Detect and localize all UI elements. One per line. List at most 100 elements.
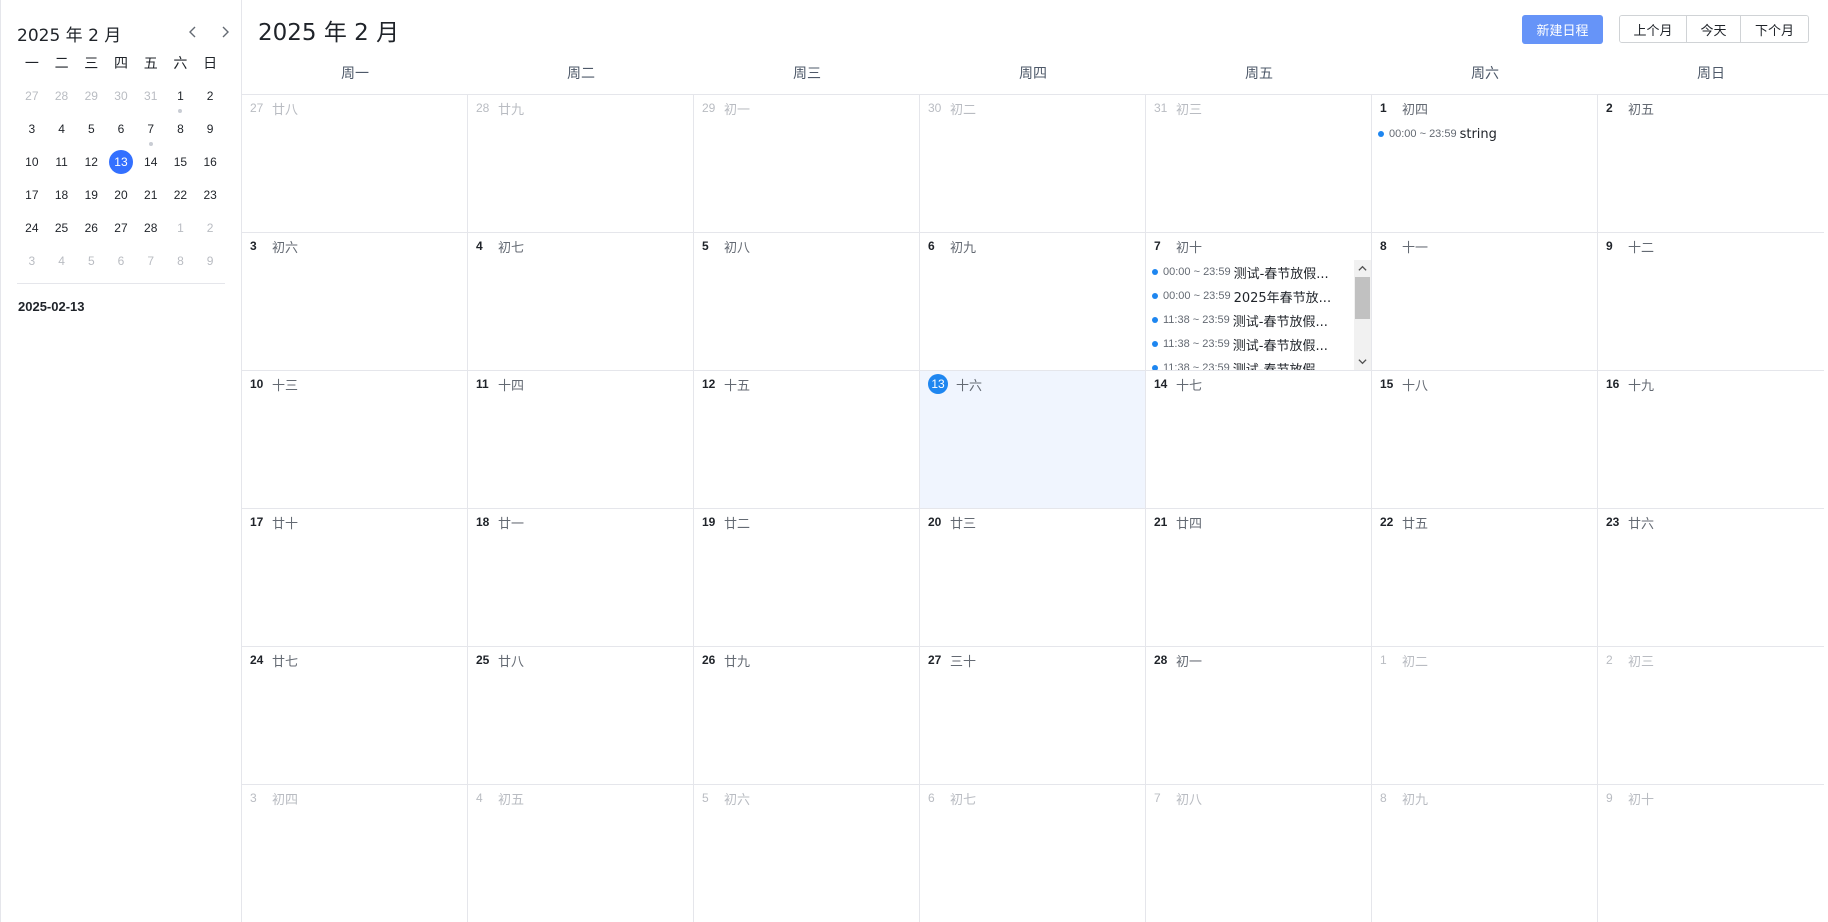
day-cell[interactable]: 5 初六: [694, 785, 920, 922]
day-cell[interactable]: 4 初五: [468, 785, 694, 922]
day-cell[interactable]: 21 廿四: [1146, 509, 1372, 647]
mini-day-today[interactable]: 13: [106, 146, 136, 179]
event-item[interactable]: 11:38 ~ 23:59 测试-春节放假...: [1150, 308, 1342, 332]
day-cell[interactable]: 9 十二: [1598, 233, 1824, 371]
day-cell[interactable]: 20 廿三: [920, 509, 1146, 647]
mini-day[interactable]: 1: [166, 212, 196, 245]
day-cell[interactable]: 23 廿六: [1598, 509, 1824, 647]
day-cell[interactable]: 30 初二: [920, 95, 1146, 233]
event-item[interactable]: 11:38 ~ 23:59 测试-春节放假...: [1150, 332, 1342, 356]
day-cell[interactable]: 2 初五: [1598, 95, 1824, 233]
day-cell[interactable]: 6 初七: [920, 785, 1146, 922]
mini-day[interactable]: 6: [106, 113, 136, 146]
day-cell[interactable]: 22 廿五: [1372, 509, 1598, 647]
event-item[interactable]: 00:00 ~ 23:59 测试-春节放假...: [1150, 260, 1342, 284]
mini-day[interactable]: 27: [106, 212, 136, 245]
mini-day[interactable]: 3: [17, 245, 47, 278]
day-cell[interactable]: 6 初九: [920, 233, 1146, 371]
mini-day[interactable]: 14: [136, 146, 166, 179]
day-cell-today[interactable]: 13 十六: [920, 371, 1146, 509]
mini-day[interactable]: 23: [195, 179, 225, 212]
mini-day[interactable]: 8: [166, 113, 196, 146]
day-cell[interactable]: 11 十四: [468, 371, 694, 509]
mini-day[interactable]: 28: [136, 212, 166, 245]
day-cell[interactable]: 16 十九: [1598, 371, 1824, 509]
day-cell[interactable]: 5 初八: [694, 233, 920, 371]
day-cell[interactable]: 28 初一: [1146, 647, 1372, 785]
mini-day[interactable]: 28: [47, 80, 77, 113]
mini-day[interactable]: 29: [76, 80, 106, 113]
day-cell[interactable]: 24 廿七: [242, 647, 468, 785]
mini-prev-month-button[interactable]: [181, 20, 205, 44]
mini-day[interactable]: 6: [106, 245, 136, 278]
mini-day[interactable]: 15: [166, 146, 196, 179]
day-cell[interactable]: 31 初三: [1146, 95, 1372, 233]
event-item[interactable]: 11:38 ~ 23:59 测试-春节放假...: [1150, 356, 1342, 370]
mini-day[interactable]: 7: [136, 245, 166, 278]
mini-day[interactable]: 24: [17, 212, 47, 245]
mini-day[interactable]: 21: [136, 179, 166, 212]
mini-day[interactable]: 17: [17, 179, 47, 212]
event-item[interactable]: 00:00 ~ 23:59 string: [1376, 122, 1597, 146]
mini-day[interactable]: 4: [47, 113, 77, 146]
scroll-down-button[interactable]: [1354, 353, 1371, 370]
day-cell[interactable]: 15 十八: [1372, 371, 1598, 509]
day-cell[interactable]: 1 初四 00:00 ~ 23:59 string: [1372, 95, 1598, 233]
mini-day[interactable]: 5: [76, 113, 106, 146]
next-month-button[interactable]: 下个月: [1741, 16, 1808, 42]
day-cell[interactable]: 2 初三: [1598, 647, 1824, 785]
day-cell[interactable]: 12 十五: [694, 371, 920, 509]
mini-day[interactable]: 4: [47, 245, 77, 278]
day-cell[interactable]: 7 初十 00:00 ~ 23:59 测试-春节放假... 00:00 ~ 23:59 2…: [1146, 233, 1372, 371]
day-cell[interactable]: 8 十一: [1372, 233, 1598, 371]
day-cell[interactable]: 19 廿二: [694, 509, 920, 647]
day-cell[interactable]: 8 初九: [1372, 785, 1598, 922]
mini-day[interactable]: 18: [47, 179, 77, 212]
prev-month-button[interactable]: 上个月: [1620, 16, 1687, 42]
mini-day[interactable]: 7: [136, 113, 166, 146]
day-cell[interactable]: 9 初十: [1598, 785, 1824, 922]
mini-day[interactable]: 9: [195, 113, 225, 146]
day-cell[interactable]: 18 廿一: [468, 509, 694, 647]
mini-day[interactable]: 26: [76, 212, 106, 245]
day-cell[interactable]: 25 廿八: [468, 647, 694, 785]
event-list-scrollbar[interactable]: [1354, 260, 1371, 370]
day-cell[interactable]: 26 廿九: [694, 647, 920, 785]
mini-day[interactable]: 27: [17, 80, 47, 113]
day-cell[interactable]: 27 廿八: [242, 95, 468, 233]
mini-day[interactable]: 16: [195, 146, 225, 179]
day-cell[interactable]: 27 三十: [920, 647, 1146, 785]
day-cell[interactable]: 1 初二: [1372, 647, 1598, 785]
mini-day[interactable]: 3: [17, 113, 47, 146]
mini-day[interactable]: 2: [195, 80, 225, 113]
mini-day[interactable]: 19: [76, 179, 106, 212]
mini-day[interactable]: 20: [106, 179, 136, 212]
mini-day[interactable]: 12: [76, 146, 106, 179]
mini-day[interactable]: 30: [106, 80, 136, 113]
scrollbar-thumb[interactable]: [1355, 277, 1370, 319]
day-cell[interactable]: 14 十七: [1146, 371, 1372, 509]
event-item[interactable]: 00:00 ~ 23:59 2025年春节放...: [1150, 284, 1342, 308]
day-cell[interactable]: 3 初六: [242, 233, 468, 371]
mini-day[interactable]: 11: [47, 146, 77, 179]
mini-day[interactable]: 22: [166, 179, 196, 212]
mini-day[interactable]: 10: [17, 146, 47, 179]
day-cell[interactable]: 29 初一: [694, 95, 920, 233]
mini-next-month-button[interactable]: [213, 20, 237, 44]
day-cell[interactable]: 7 初八: [1146, 785, 1372, 922]
day-cell[interactable]: 28 廿九: [468, 95, 694, 233]
mini-day[interactable]: 2: [195, 212, 225, 245]
mini-day[interactable]: 31: [136, 80, 166, 113]
mini-day[interactable]: 8: [166, 245, 196, 278]
day-cell[interactable]: 3 初四: [242, 785, 468, 922]
scroll-up-button[interactable]: [1354, 260, 1371, 277]
today-button[interactable]: 今天: [1687, 16, 1741, 42]
mini-day[interactable]: 25: [47, 212, 77, 245]
mini-day[interactable]: 9: [195, 245, 225, 278]
new-event-button[interactable]: 新建日程: [1522, 15, 1603, 44]
day-cell[interactable]: 17 廿十: [242, 509, 468, 647]
day-cell[interactable]: 4 初七: [468, 233, 694, 371]
day-cell[interactable]: 10 十三: [242, 371, 468, 509]
mini-day[interactable]: 1: [166, 80, 196, 113]
mini-day[interactable]: 5: [76, 245, 106, 278]
